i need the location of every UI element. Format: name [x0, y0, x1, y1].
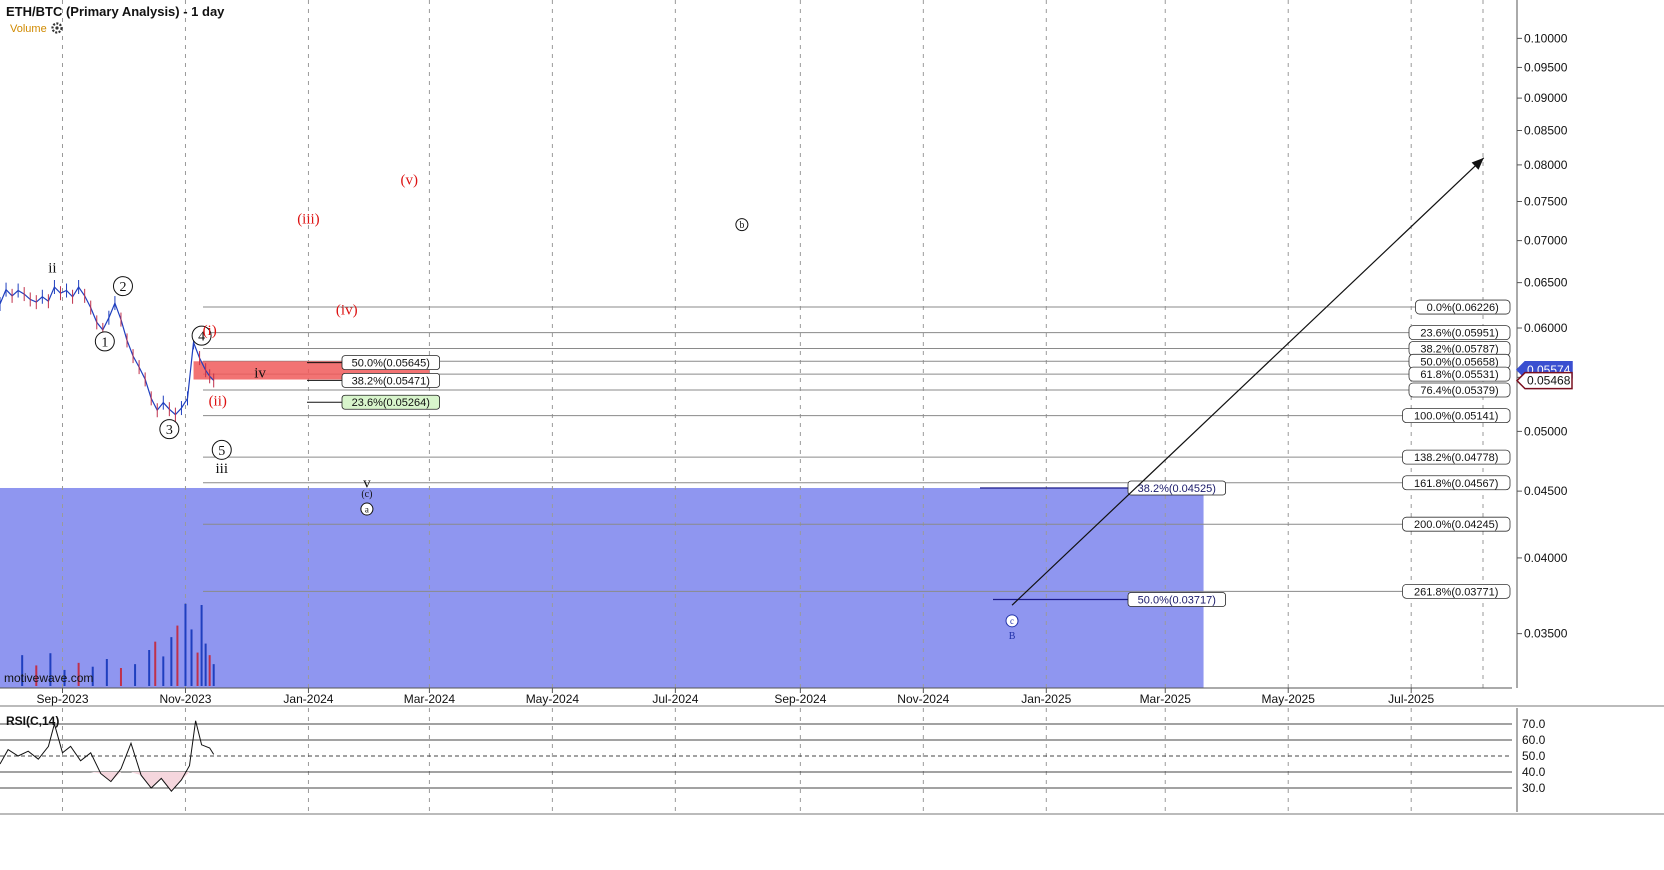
y-tick-label: 0.08500 [1524, 124, 1568, 138]
y-tick-label: 0.07500 [1524, 194, 1568, 208]
y-tick-label: 0.04500 [1524, 484, 1568, 498]
y-tick-label: 0.10000 [1524, 31, 1568, 45]
fib-level-label: 38.2%(0.05787) [1420, 344, 1498, 356]
blue-support-zone [0, 487, 1204, 688]
y-tick-label: 0.08000 [1524, 158, 1568, 172]
x-tick-label: Sep-2024 [774, 692, 826, 706]
price-tag: 0.05468 [1515, 371, 1573, 390]
x-tick-label: May-2025 [1262, 692, 1316, 706]
volume-bar [170, 637, 173, 686]
fib-level-label: 0.0%(0.06226) [1427, 302, 1499, 314]
y-tick-label: 0.07000 [1524, 234, 1568, 248]
wave-label: b [739, 220, 744, 231]
x-tick-label: Nov-2024 [897, 692, 949, 706]
x-tick-label: May-2024 [526, 692, 580, 706]
x-tick-label: Jul-2024 [652, 692, 698, 706]
b-wave-level-label: 38.2%(0.04525) [1138, 483, 1216, 495]
x-tick-label: Nov-2023 [159, 692, 211, 706]
wave-label: (ii) [209, 394, 227, 410]
fib-level-label: 261.8%(0.03771) [1414, 586, 1498, 598]
rsi-y-tick-label: 40.0 [1522, 765, 1546, 779]
volume-bar [204, 643, 207, 686]
fib-level-label: 200.0%(0.04245) [1414, 519, 1498, 531]
retrace-level-label: 23.6%(0.05264) [352, 397, 430, 409]
volume-bar [148, 650, 151, 686]
wave-label: iv [254, 365, 266, 381]
wave-label: (iv) [336, 303, 358, 319]
volume-bar [212, 664, 215, 686]
volume-bar [184, 603, 187, 686]
x-tick-label: Jan-2025 [1021, 692, 1071, 706]
x-tick-label: Jan-2024 [283, 692, 333, 706]
y-tick-label: 0.03500 [1524, 627, 1568, 641]
wave-label: B [1009, 631, 1016, 642]
fib-level-label: 76.4%(0.05379) [1420, 385, 1498, 397]
volume-bar [119, 668, 122, 686]
wave-label: (c) [361, 489, 372, 500]
y-tick-label: 0.04000 [1524, 551, 1568, 565]
y-tick-label: 0.09500 [1524, 60, 1568, 74]
wave-label: (iii) [297, 212, 320, 228]
wave-label: ii [48, 260, 56, 276]
wave-label: a [365, 504, 369, 514]
watermark: motivewave.com [4, 671, 93, 685]
y-tick-label: 0.05000 [1524, 424, 1568, 438]
rsi-y-tick-label: 70.0 [1522, 717, 1546, 731]
fib-level-label: 61.8%(0.05531) [1420, 369, 1498, 381]
fib-level-label: 138.2%(0.04778) [1414, 452, 1498, 464]
volume-bar [134, 664, 137, 686]
volume-legend-label: Volume [10, 23, 47, 35]
volume-bar [200, 605, 203, 686]
volume-bar [105, 659, 108, 686]
rsi-panel-title: RSI(C,14) [6, 714, 59, 728]
wave-label: 1 [101, 335, 108, 350]
y-tick-label: 0.06000 [1524, 321, 1568, 335]
y-tick-label: 0.09000 [1524, 91, 1568, 105]
fib-level-label: 161.8%(0.04567) [1414, 478, 1498, 490]
wave-label: (v) [400, 172, 418, 188]
volume-bar [190, 629, 193, 686]
volume-bar [154, 641, 157, 686]
x-tick-label: Jul-2025 [1388, 692, 1434, 706]
wave-label: 5 [218, 444, 225, 459]
volume-bar [176, 625, 179, 686]
price-tag-label: 0.05468 [1527, 374, 1571, 388]
rsi-y-tick-label: 50.0 [1522, 749, 1546, 763]
chart-title: ETH/BTC (Primary Analysis) - 1 day [6, 4, 225, 19]
wave-label: (i) [203, 323, 217, 339]
b-wave-level-label: 50.0%(0.03717) [1138, 595, 1216, 607]
rsi-y-tick-label: 60.0 [1522, 733, 1546, 747]
fib-level-label: 100.0%(0.05141) [1414, 411, 1498, 423]
chart-root: Sep-2023 Nov-2023 Jan-2024 Mar-2024 May-2024… [0, 0, 1664, 865]
retrace-level-label: 38.2%(0.05471) [352, 375, 430, 387]
wave-label: c [1010, 616, 1014, 626]
volume-bar [208, 655, 211, 686]
trading-chart: Sep-2023 Nov-2023 Jan-2024 Mar-2024 May-2024… [0, 0, 1664, 865]
wave-label: iii [216, 461, 229, 477]
volume-bar [196, 652, 199, 686]
x-tick-label: Mar-2025 [1140, 692, 1192, 706]
rsi-y-tick-label: 30.0 [1522, 781, 1546, 795]
fib-level-label: 23.6%(0.05951) [1420, 328, 1498, 340]
wave-label: 3 [166, 423, 173, 438]
wave-label: 2 [119, 280, 126, 295]
fib-level-label: 50.0%(0.05658) [1420, 356, 1498, 368]
gear-icon-hub [55, 26, 59, 30]
retrace-level-label: 50.0%(0.05645) [352, 358, 430, 370]
y-tick-label: 0.06500 [1524, 276, 1568, 290]
chart-background [0, 0, 1664, 865]
x-tick-label: Mar-2024 [404, 692, 456, 706]
volume-bar [162, 656, 165, 686]
x-tick-label: Sep-2023 [36, 692, 88, 706]
